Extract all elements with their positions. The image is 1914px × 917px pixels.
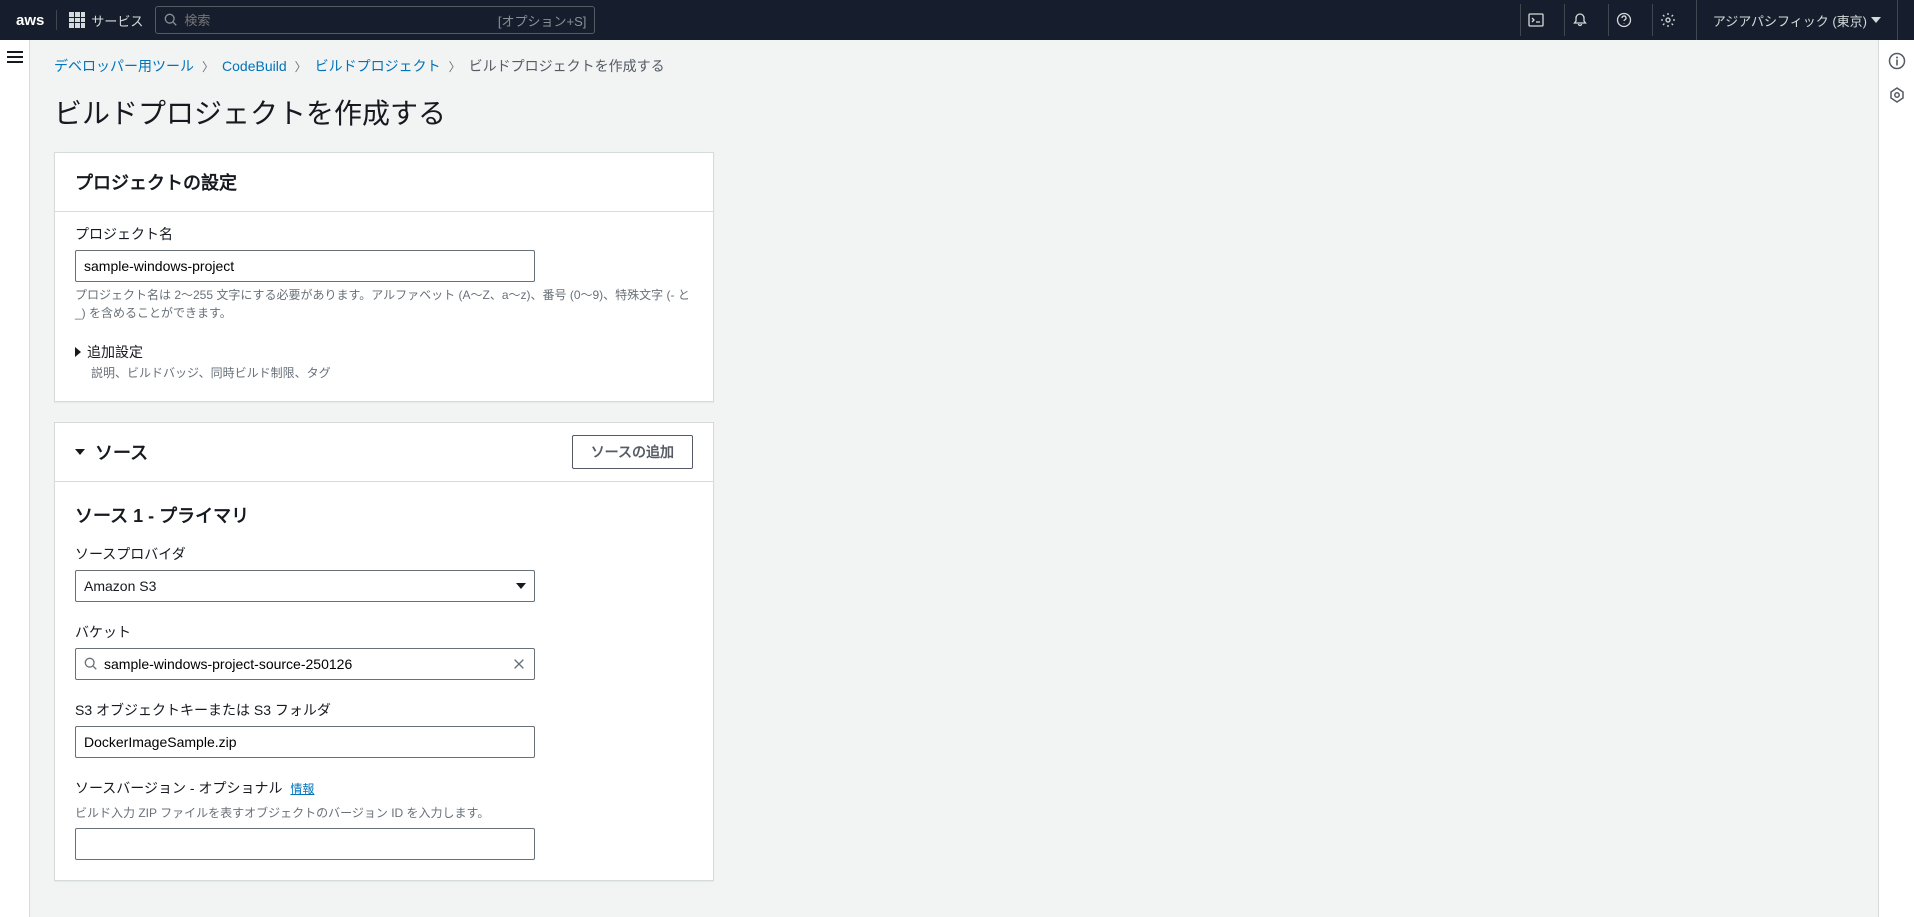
additional-settings-toggle[interactable]: 追加設定 — [75, 342, 693, 362]
breadcrumb-sep: 〉 — [449, 58, 461, 75]
source-panel: ソース ソースの追加 ソース 1 - プライマリ ソースプロバイダ Amazon… — [54, 422, 714, 881]
chevron-right-icon — [75, 347, 81, 357]
hamburger-menu-button[interactable] — [3, 52, 27, 62]
project-settings-header: プロジェクトの設定 — [55, 153, 713, 212]
help-icon[interactable] — [1608, 4, 1640, 36]
search-hint: [オプション+S] — [498, 11, 587, 30]
chevron-down-icon — [1871, 17, 1881, 23]
project-name-label: プロジェクト名 — [75, 224, 693, 244]
additional-settings-sub: 説明、ビルドバッジ、同時ビルド制限、タグ — [91, 364, 693, 381]
breadcrumb-link-1[interactable]: CodeBuild — [222, 58, 287, 74]
aws-logo[interactable]: aws — [16, 12, 44, 29]
nav-divider — [56, 10, 57, 30]
source-version-input[interactable] — [75, 828, 535, 860]
cloudshell-icon[interactable] — [1520, 4, 1552, 36]
breadcrumb-link-2[interactable]: ビルドプロジェクト — [315, 56, 441, 76]
left-rail — [0, 40, 30, 917]
source-version-label: ソースバージョン - オプショナル 情報 — [75, 778, 693, 798]
breadcrumb-current: ビルドプロジェクトを作成する — [469, 56, 665, 76]
additional-settings-label: 追加設定 — [87, 342, 143, 362]
bucket-input-wrapper — [75, 648, 535, 680]
search-icon — [164, 13, 178, 27]
region-label: アジアパシフィック (東京) — [1713, 11, 1867, 30]
settings-icon[interactable] — [1652, 4, 1684, 36]
region-selector[interactable]: アジアパシフィック (東京) — [1696, 0, 1898, 40]
source-provider-label: ソースプロバイダ — [75, 544, 693, 564]
close-icon[interactable] — [512, 657, 526, 671]
right-rail — [1878, 40, 1914, 917]
notifications-icon[interactable] — [1564, 4, 1596, 36]
main-content: デベロッパー用ツール 〉 CodeBuild 〉 ビルドプロジェクト 〉 ビルド… — [30, 40, 1878, 917]
add-source-button[interactable]: ソースの追加 — [572, 435, 693, 469]
top-nav: aws サービス [オプション+S] アジアパシフィック (東京) — [0, 0, 1914, 40]
info-panel-icon[interactable] — [1888, 52, 1906, 70]
object-key-input[interactable] — [75, 726, 535, 758]
object-key-label: S3 オブジェクトキーまたは S3 フォルダ — [75, 700, 693, 720]
bucket-label: バケット — [75, 622, 693, 642]
page-title: ビルドプロジェクトを作成する — [54, 92, 1854, 132]
search-box[interactable]: [オプション+S] — [155, 6, 595, 34]
project-settings-panel: プロジェクトの設定 プロジェクト名 プロジェクト名は 2〜255 文字にする必要… — [54, 152, 714, 402]
project-settings-title: プロジェクトの設定 — [75, 169, 237, 195]
breadcrumb-sep: 〉 — [295, 58, 307, 75]
source-provider-select[interactable]: Amazon S3 — [75, 570, 535, 602]
search-icon — [84, 657, 98, 671]
breadcrumb-sep: 〉 — [202, 58, 214, 75]
breadcrumb: デベロッパー用ツール 〉 CodeBuild 〉 ビルドプロジェクト 〉 ビルド… — [54, 56, 1854, 76]
services-label: サービス — [91, 11, 143, 30]
services-menu-button[interactable]: サービス — [69, 11, 143, 30]
source-panel-title: ソース — [95, 439, 148, 465]
chevron-down-icon[interactable] — [75, 449, 85, 455]
source-primary-title: ソース 1 - プライマリ — [75, 502, 693, 528]
breadcrumb-link-0[interactable]: デベロッパー用ツール — [54, 56, 194, 76]
project-name-hint: プロジェクト名は 2〜255 文字にする必要があります。アルファベット (A〜Z… — [75, 286, 693, 322]
source-provider-value: Amazon S3 — [84, 578, 156, 594]
tools-panel-icon[interactable] — [1888, 86, 1906, 104]
hamburger-icon — [7, 56, 23, 58]
bucket-input[interactable] — [104, 656, 506, 672]
source-version-info-link[interactable]: 情報 — [290, 782, 314, 796]
search-input[interactable] — [184, 13, 498, 28]
source-version-hint: ビルド入力 ZIP ファイルを表すオブジェクトのバージョン ID を入力します。 — [75, 804, 693, 822]
source-panel-header: ソース ソースの追加 — [55, 423, 713, 481]
project-name-input[interactable] — [75, 250, 535, 282]
grid-icon — [69, 12, 85, 28]
chevron-down-icon — [516, 583, 526, 589]
